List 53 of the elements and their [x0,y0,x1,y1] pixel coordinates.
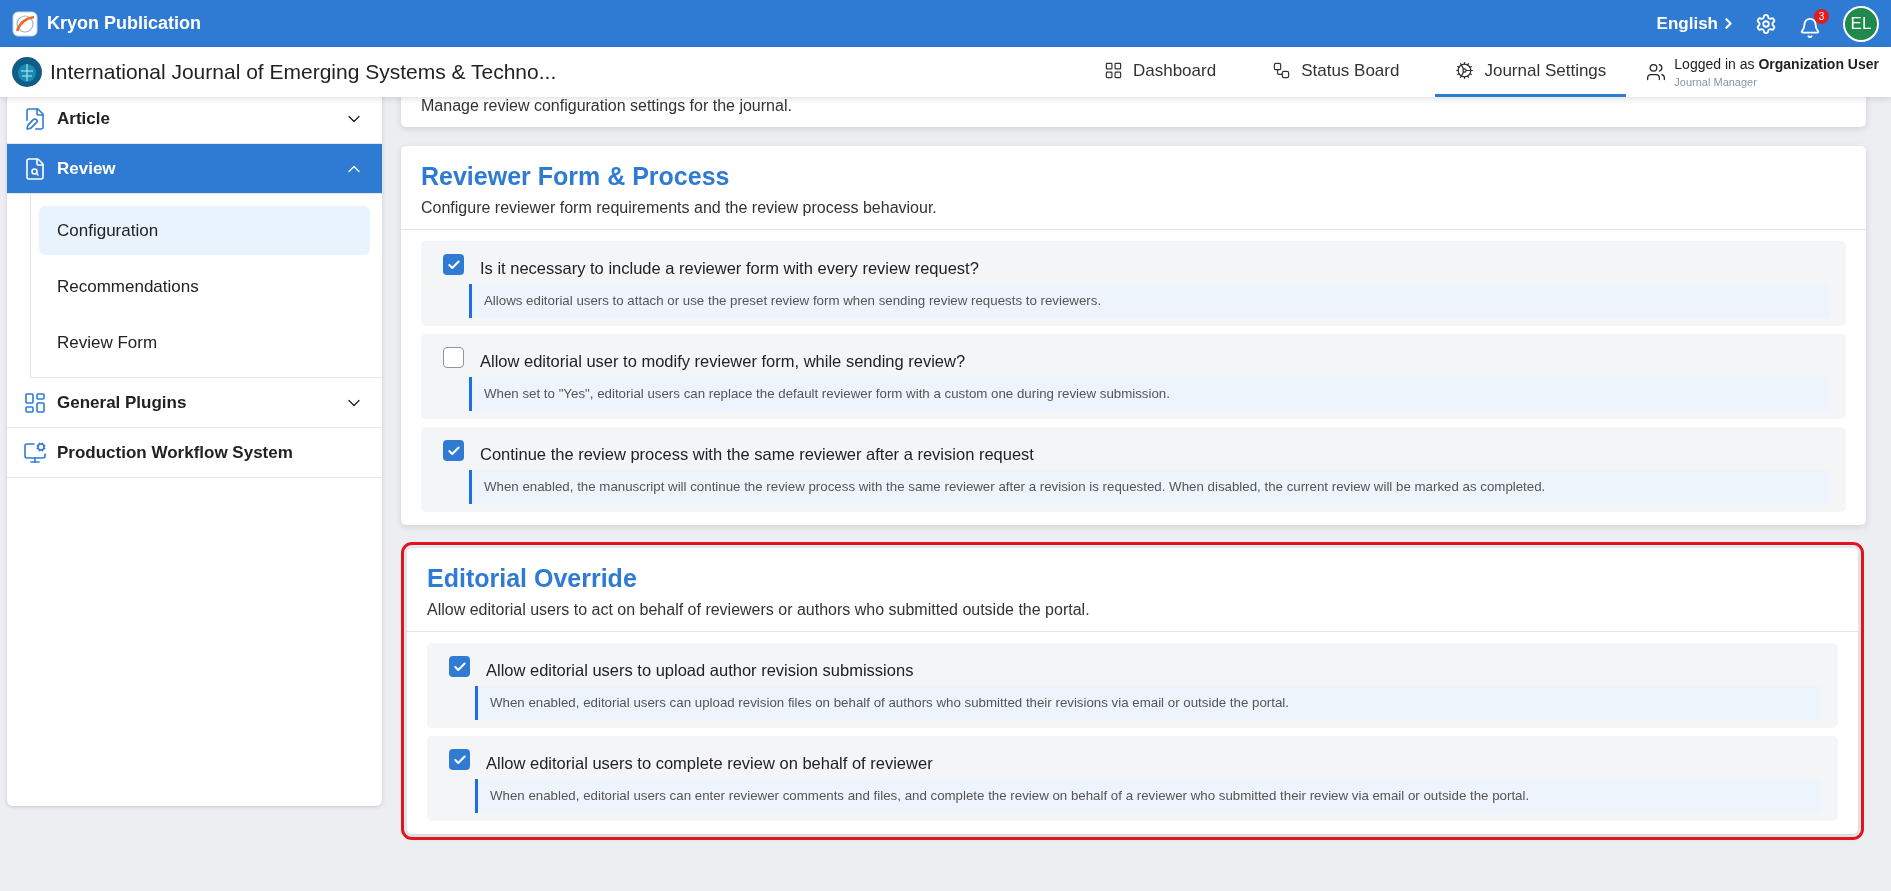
check-icon [452,752,467,767]
edit-document-icon [23,106,47,131]
section-title: Editorial Override [427,564,638,593]
option-label: Is it necessary to include a reviewer form with every review request? [480,259,979,278]
notifications-button[interactable]: 3 [1799,8,1829,39]
app-title: Kryon Publication [47,13,202,34]
sidebar-item[interactable]: Review [7,144,382,194]
flow-icon [1272,61,1292,80]
option-description: When enabled, editorial users can upload revision files on behalf of authors who submitted their revisions via email or outside the portal. [475,686,1822,720]
notification-count: 3 [1814,8,1829,24]
section-title: Reviewer Form & Process [421,162,731,191]
user-switch-icon[interactable] [1646,62,1667,82]
app-logo [12,10,38,37]
option-description: Allows editorial users to attach or use the preset review form when sending review requests to reviewers. [469,284,1830,318]
option-label: Continue the review process with the same reviewer after a revision request [480,445,1034,464]
option-label: Allow editorial users to complete review on behalf of reviewer [486,754,933,773]
gear-icon [1455,61,1475,80]
journal-title: International Journal of Emerging Systems & Techno... [50,60,558,84]
check-icon [452,659,467,674]
user-avatar[interactable]: EL [1843,5,1879,42]
option-label: Allow editorial user to modify reviewer form, while sending review? [480,352,966,371]
user-role: Journal Manager [1674,76,1758,88]
sidebar-item[interactable]: General Plugins [7,378,382,428]
option-label: Allow editorial users to upload author revision submissions [486,661,914,680]
language-selector[interactable]: English [1656,13,1737,34]
option-description: When enabled, the manuscript will continue the review process with the same reviewer after a revision is requested. When disabled, the current review will be marked as completed. [469,470,1830,504]
option-description: When enabled, editorial users can enter reviewer comments and files, and complete the review on behalf of a reviewer who submitted their review via email or outside the portal. [475,779,1822,813]
option-description: When set to "Yes", editorial users can replace the default reviewer form with a custom one during review submission. [469,377,1830,411]
checkbox[interactable] [443,254,464,275]
settings-icon[interactable] [1755,12,1777,35]
checkbox[interactable] [449,749,470,770]
logged-in-user: Logged in as Organization User [1674,56,1879,72]
monitor-gear-icon [23,440,47,465]
nav-tab[interactable]: Dashboard [1083,47,1237,97]
sidebar-item[interactable]: Production Workflow System [7,428,382,478]
checkbox[interactable] [443,347,464,368]
check-icon [446,443,461,458]
check-icon [446,257,461,272]
section-description: Configure reviewer form requirements and the review process behaviour. [421,199,938,217]
journal-logo [12,57,42,87]
nav-tab[interactable]: Status Board [1252,47,1420,97]
checkbox[interactable] [443,440,464,461]
checkbox[interactable] [449,656,470,677]
sidebar-subitem[interactable]: Review Form [39,318,370,367]
section-description: Manage review configuration settings for the journal. [421,97,793,115]
grid-plus-icon [23,390,47,415]
sidebar-item[interactable]: Article [7,94,382,144]
sidebar-subitem[interactable]: Configuration [39,206,370,255]
grid-icon [1103,61,1123,80]
sidebar-subitem[interactable]: Recommendations [39,262,370,311]
section-description: Allow editorial users to act on behalf of reviewers or authors who submitted outside the portal. [427,601,1091,619]
bell-icon [1799,16,1821,39]
document-search-icon [23,156,47,181]
